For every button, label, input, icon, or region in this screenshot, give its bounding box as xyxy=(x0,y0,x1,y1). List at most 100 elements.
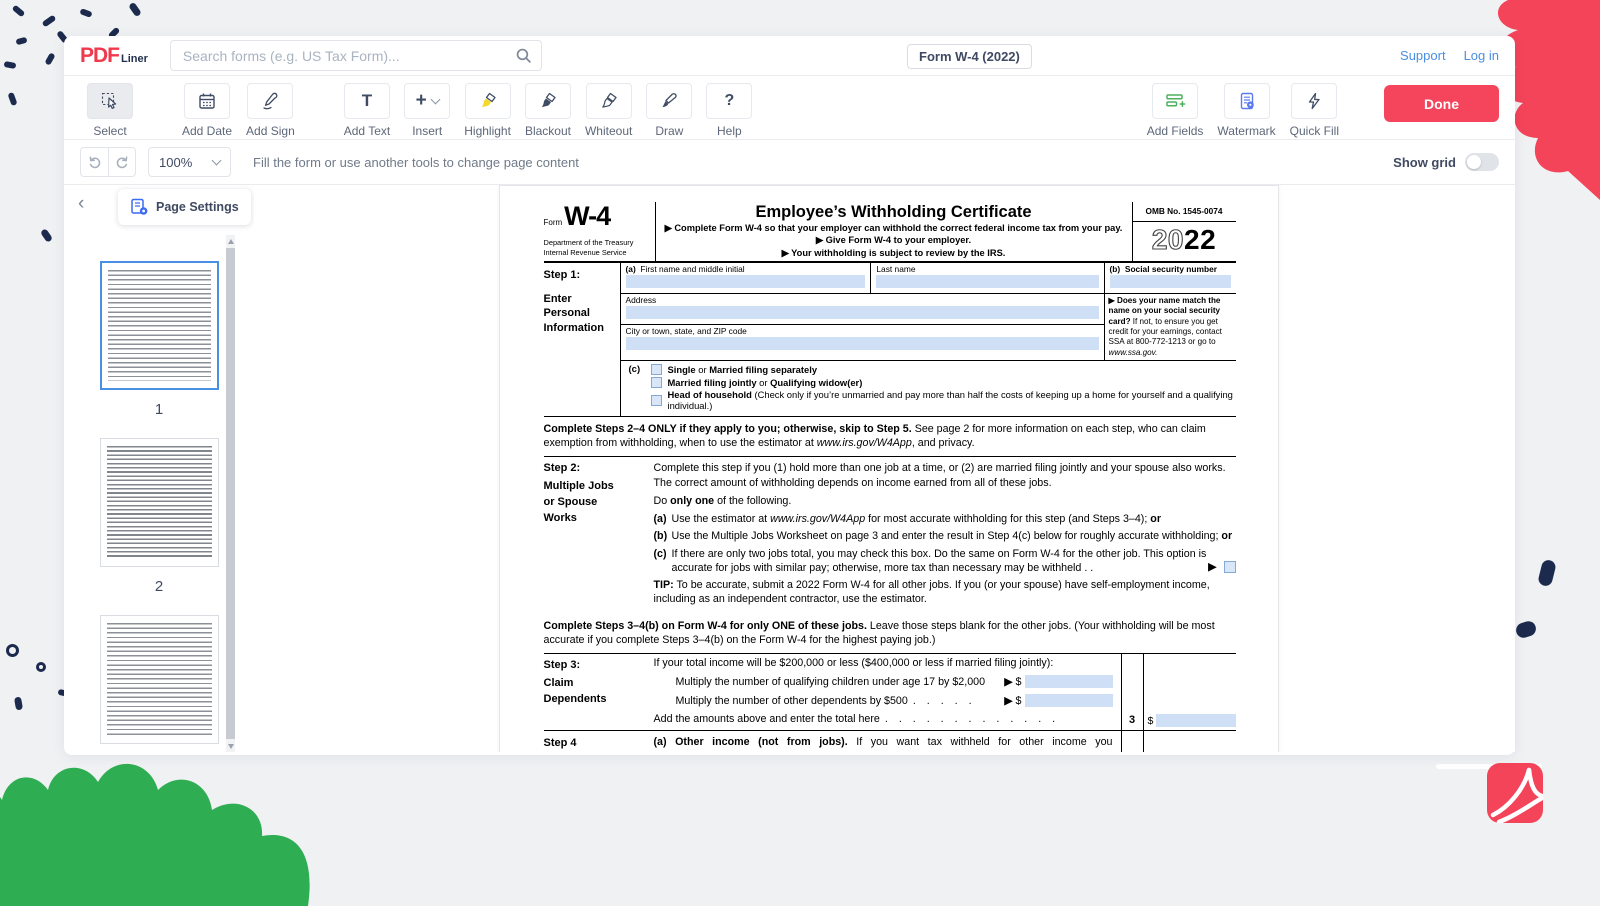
steps-2-4-note: Complete Steps 2–4 ONLY if they apply to… xyxy=(544,417,1236,457)
step4-section: Step 4 (a) Other income (not from jobs).… xyxy=(544,731,1236,752)
tool-watermark[interactable]: Watermark xyxy=(1217,83,1275,138)
tool-help[interactable]: ? Help xyxy=(706,83,752,138)
step2-label: Step 2: Multiple Jobs or Spouse Works xyxy=(544,461,654,610)
deco-confetti xyxy=(14,696,23,710)
pdfliner-logo[interactable]: PDF Liner xyxy=(80,44,148,68)
search-input[interactable] xyxy=(170,40,542,71)
sub-toolbar: 100% Fill the form or use another tools … xyxy=(64,140,1515,185)
step3-section: Step 3: Claim Dependents If your total i… xyxy=(544,654,1236,731)
tool-add-sign[interactable]: Add Sign xyxy=(246,83,295,138)
redo-icon xyxy=(114,154,130,170)
draw-brush-icon xyxy=(646,83,692,119)
login-link[interactable]: Log in xyxy=(1464,48,1499,63)
tool-blackout[interactable]: Blackout xyxy=(525,83,571,138)
step2-tip: TIP: To be accurate, submit a 2022 Form … xyxy=(654,578,1236,606)
scroll-down-arrow[interactable] xyxy=(226,740,235,752)
deco-confetti xyxy=(15,37,27,46)
deco-confetti xyxy=(7,92,17,106)
tool-add-text[interactable]: T Add Text xyxy=(344,83,390,138)
filing-status-hoh-row: Head of household (Check only if you’re … xyxy=(651,389,1236,411)
tool-draw[interactable]: Draw xyxy=(646,83,692,138)
tool-add-fields[interactable]: Add Fields xyxy=(1147,83,1204,138)
first-name-field[interactable] xyxy=(626,275,866,288)
zoom-select[interactable]: 100% xyxy=(148,147,231,177)
ssn-field[interactable] xyxy=(1110,275,1231,288)
page-thumbnail-3[interactable] xyxy=(100,615,219,744)
form-title: Employee’s Withholding Certificate xyxy=(664,203,1124,222)
qualifying-children-amount-field[interactable] xyxy=(1025,675,1113,688)
logo-pdf-text: PDF xyxy=(80,44,119,68)
redo-button[interactable] xyxy=(108,147,136,177)
tool-whiteout[interactable]: Whiteout xyxy=(585,83,632,138)
whiteout-brush-icon xyxy=(586,83,632,119)
city-state-zip-field[interactable] xyxy=(626,337,1099,350)
married-jointly-checkbox[interactable] xyxy=(651,377,662,388)
highlight-brush-icon xyxy=(465,83,511,119)
step3-line-number-box: 3 xyxy=(1121,654,1144,730)
deco-confetti xyxy=(44,52,55,65)
signature-pen-icon xyxy=(247,83,293,119)
filing-status-married-row: Married filing jointly or Qualifying wid… xyxy=(651,377,1236,388)
deco-confetti xyxy=(4,61,17,69)
address-field[interactable] xyxy=(626,306,1099,319)
toolbar: Select Add Date Add Sign T Add Text xyxy=(64,76,1515,140)
step3-children-row: Multiply the number of qualifying childr… xyxy=(654,672,1121,691)
step2-option-b: (b) Use the Multiple Jobs Worksheet on p… xyxy=(654,529,1236,543)
tool-add-date[interactable]: Add Date xyxy=(182,83,232,138)
step4-number-column xyxy=(1121,731,1144,752)
form-name: W-4 xyxy=(564,205,610,228)
step4-amount-column xyxy=(1144,731,1236,752)
two-jobs-checkbox[interactable] xyxy=(1224,561,1236,573)
last-name-field[interactable] xyxy=(876,275,1098,288)
step2-intro: Complete this step if you (1) hold more … xyxy=(654,461,1236,489)
other-dependents-amount-field[interactable] xyxy=(1025,694,1113,707)
thumbnail-preview xyxy=(107,446,212,559)
watermark-document-icon xyxy=(1224,83,1270,119)
scrollbar-thumb[interactable] xyxy=(226,248,235,739)
total-credits-field[interactable] xyxy=(1156,714,1235,727)
content-area: ‹ Page Settings 1 2 xyxy=(64,185,1515,752)
toolbar-hint: Fill the form or use another tools to ch… xyxy=(253,155,579,170)
calendar-icon xyxy=(184,83,230,119)
omb-number: OMB No. 1545-0074 xyxy=(1133,202,1236,222)
logo-liner-text: Liner xyxy=(121,53,148,65)
tool-highlight[interactable]: Highlight xyxy=(464,83,511,138)
single-checkbox[interactable] xyxy=(651,364,662,375)
step2-section: Step 2: Multiple Jobs or Spouse Works Co… xyxy=(544,457,1236,613)
last-name-cell: Last name xyxy=(871,263,1103,293)
head-of-household-checkbox[interactable] xyxy=(651,395,662,406)
text-icon: T xyxy=(344,83,390,119)
deco-confetti xyxy=(128,2,142,17)
page-settings-button[interactable]: Page Settings xyxy=(118,189,251,225)
pages-sidebar: ‹ Page Settings 1 2 xyxy=(64,185,254,752)
w4-form-page: FormW-4 Department of the TreasuryIntern… xyxy=(499,185,1279,752)
collapse-sidebar-icon[interactable]: ‹ xyxy=(78,193,84,215)
scroll-up-arrow[interactable] xyxy=(226,235,235,247)
current-form-badge: Form W-4 (2022) xyxy=(907,44,1032,69)
blackout-brush-icon xyxy=(525,83,571,119)
tool-select[interactable]: Select xyxy=(87,83,133,138)
deco-confetti xyxy=(40,228,53,243)
deco-ring xyxy=(36,662,46,672)
deco-confetti xyxy=(1537,559,1557,588)
page-thumbnail-2[interactable] xyxy=(100,438,219,567)
filing-status-block: (c) Single or Married filing separately … xyxy=(621,360,1236,416)
step3-total-amount-cell: $ xyxy=(1144,654,1236,730)
done-button[interactable]: Done xyxy=(1384,85,1499,122)
deco-confetti xyxy=(1514,619,1538,639)
deco-confetti xyxy=(42,15,57,28)
undo-redo-group xyxy=(80,147,136,177)
chevron-down-icon xyxy=(212,155,222,165)
page-thumbnail-1[interactable] xyxy=(100,261,219,390)
tool-insert[interactable]: + Insert xyxy=(404,83,450,138)
insert-plus-icon: + xyxy=(404,83,450,119)
search-icon[interactable] xyxy=(515,47,532,69)
step3-dependents-row: Multiply the number of other dependents … xyxy=(654,691,1121,710)
address-cell: Address xyxy=(621,294,1104,325)
step2-option-a: (a) Use the estimator at www.irs.gov/W4A… xyxy=(654,512,1236,526)
support-link[interactable]: Support xyxy=(1400,48,1446,63)
tool-quick-fill[interactable]: Quick Fill xyxy=(1290,83,1339,138)
undo-button[interactable] xyxy=(80,147,108,177)
show-grid-toggle[interactable] xyxy=(1465,153,1499,171)
form-year: 2022 xyxy=(1133,224,1236,256)
